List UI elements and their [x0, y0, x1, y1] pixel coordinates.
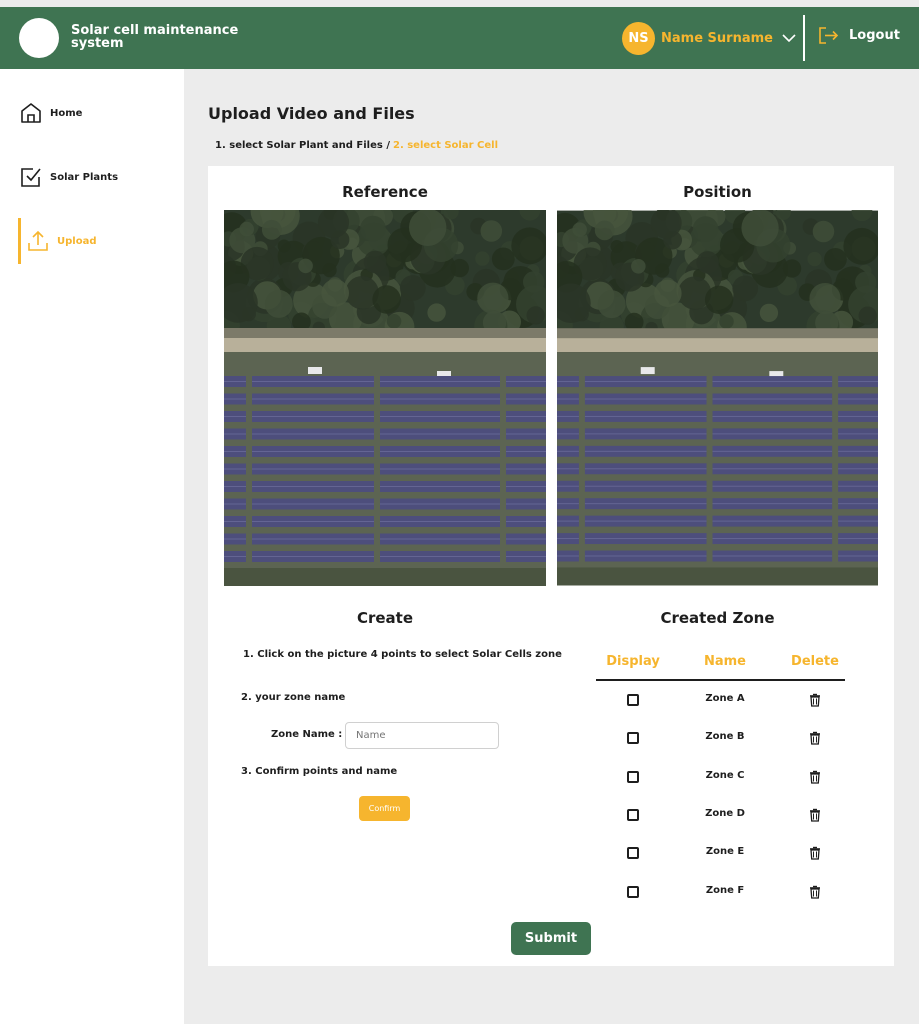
- zone-name-cell: Zone C: [705, 769, 745, 781]
- created-zone-heading: Created Zone: [660, 609, 775, 627]
- logout-label: Logout: [849, 28, 900, 43]
- trash-icon[interactable]: [808, 693, 822, 707]
- sidebar-item-label: Upload: [57, 235, 97, 247]
- sidebar-item-upload[interactable]: Upload: [18, 218, 96, 264]
- sidebar-item-label: Home: [50, 107, 83, 119]
- display-checkbox[interactable]: [627, 885, 639, 898]
- zone-name-cell: Zone D: [705, 807, 745, 819]
- submit-button[interactable]: Submit: [511, 922, 591, 955]
- breadcrumb-step-2: 2. select Solar Cell: [392, 140, 498, 151]
- display-checkbox[interactable]: [627, 694, 639, 706]
- sidebar-item-solar-plants[interactable]: Solar Plants: [19, 154, 118, 200]
- create-step-2: 2. your zone name: [241, 692, 346, 703]
- display-checkbox[interactable]: [627, 770, 639, 783]
- reference-heading: Reference: [342, 183, 428, 201]
- position-heading: Position: [683, 183, 752, 201]
- header-divider: [803, 15, 805, 61]
- trash-icon[interactable]: [808, 808, 822, 822]
- sidebar-item-label: Solar Plants: [50, 171, 119, 183]
- checkbox-icon: [21, 168, 41, 187]
- app-title: Solar cell maintenance system: [71, 23, 239, 51]
- breadcrumb: 1. select Solar Plant and Files /2. sele…: [215, 140, 498, 151]
- column-header-name: Name: [703, 654, 746, 669]
- create-heading: Create: [356, 609, 414, 627]
- breadcrumb-step-1[interactable]: 1. select Solar Plant and Files /: [215, 140, 390, 151]
- create-step-3: 3. Confirm points and name: [241, 766, 398, 777]
- column-header-delete: Delete: [791, 654, 839, 669]
- zone-name-input[interactable]: [345, 722, 499, 749]
- upload-icon: [28, 230, 48, 251]
- chevron-down-icon: [782, 34, 796, 43]
- page-title: Upload Video and Files: [208, 104, 415, 123]
- sidebar: Home Solar Plants Upload: [0, 69, 184, 1024]
- zone-name-cell: Zone F: [705, 884, 745, 896]
- display-checkbox[interactable]: [627, 732, 639, 745]
- zone-name-cell: Zone A: [705, 693, 745, 704]
- trash-icon[interactable]: [808, 731, 822, 745]
- sidebar-item-home[interactable]: Home: [19, 90, 82, 136]
- zone-name-label: Zone Name :: [271, 729, 343, 740]
- trash-icon[interactable]: [808, 846, 822, 860]
- zone-name-cell: Zone E: [705, 846, 745, 858]
- user-menu[interactable]: NS Name Surname: [622, 21, 797, 55]
- user-name: Name Surname: [661, 30, 773, 46]
- create-step-1: 1. Click on the picture 4 points to sele…: [243, 649, 562, 660]
- home-icon: [21, 103, 41, 123]
- logout-icon: [819, 27, 839, 44]
- trash-icon[interactable]: [808, 885, 822, 899]
- top-header: Solar cell maintenance system NS Name Su…: [0, 7, 919, 69]
- column-header-display: Display: [606, 654, 660, 669]
- confirm-button[interactable]: Confirm: [359, 796, 410, 821]
- display-checkbox[interactable]: [627, 808, 639, 821]
- trash-icon[interactable]: [808, 770, 822, 784]
- position-image[interactable]: [557, 210, 878, 586]
- zone-name-cell: Zone B: [705, 731, 745, 743]
- display-checkbox[interactable]: [627, 847, 639, 860]
- reference-image: [224, 210, 546, 586]
- logout-button[interactable]: Logout: [818, 26, 900, 45]
- avatar: NS: [622, 21, 655, 55]
- table-divider: [596, 679, 845, 681]
- app-logo: [19, 18, 59, 58]
